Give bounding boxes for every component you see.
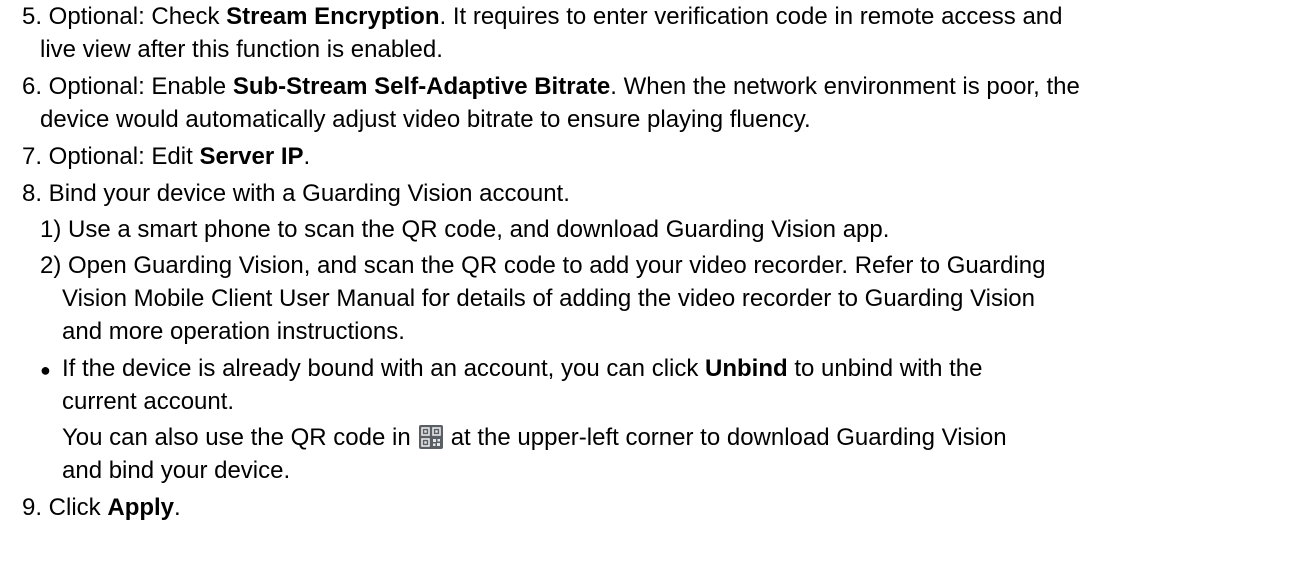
step-6-prefix: 6. Optional: Enable	[22, 73, 233, 100]
step-5-prefix: 5. Optional: Check	[22, 3, 227, 30]
step-8-substep-2-line-2: Vision Mobile Client User Manual for det…	[62, 285, 1035, 312]
step-9-prefix: 9. Click	[22, 494, 108, 521]
step-6-line-2: device would automatically adjust video …	[40, 106, 811, 133]
step-9-line: 9. Click Apply.	[22, 491, 181, 525]
note-rest: at the upper-left corner to download Gua…	[450, 424, 1007, 451]
note-line-1: You can also use the QR code in at the u…	[62, 421, 1007, 455]
note-line-2: and bind your device.	[62, 457, 291, 484]
sub-stream-bitrate-term: Sub-Stream Self-Adaptive Bitrate	[232, 73, 611, 100]
step-8-substep-2-line-1: 2) Open Guarding Vision, and scan the QR…	[40, 252, 1046, 279]
step-7-prefix: 7. Optional: Edit	[22, 143, 200, 170]
step-9-rest: .	[174, 494, 181, 521]
bullet-line-2: current account.	[62, 388, 235, 415]
bullet-marker: ●	[40, 360, 51, 380]
step-8-substep-1: 1) Use a smart phone to scan the QR code…	[40, 216, 890, 243]
step-5-rest: . It requires to enter verification code…	[439, 3, 1063, 30]
bullet-prefix: If the device is already bound with an a…	[62, 355, 706, 382]
stream-encryption-term: Stream Encryption	[226, 3, 440, 30]
step-6-line-1: 6. Optional: Enable Sub-Stream Self-Adap…	[22, 70, 1080, 104]
step-8-substep-2-line-3: and more operation instructions.	[62, 318, 405, 345]
note-prefix: You can also use the QR code in	[62, 424, 411, 451]
apply-term: Apply	[107, 494, 175, 521]
step-7-line: 7. Optional: Edit Server IP.	[22, 140, 310, 174]
server-ip-term: Server IP	[199, 143, 304, 170]
bullet-line-1: ● If the device is already bound with an …	[40, 352, 982, 387]
step-5-line-1: 5. Optional: Check Stream Encryption. It…	[22, 0, 1062, 34]
qr-code-icon	[418, 425, 443, 449]
step-7-rest: .	[303, 143, 311, 170]
bullet-rest: to unbind with the	[787, 355, 983, 382]
step-8-line: 8. Bind your device with a Guarding Visi…	[22, 180, 570, 207]
step-6-rest: . When the network environment is poor, …	[610, 73, 1080, 100]
unbind-term: Unbind	[705, 355, 788, 382]
step-5-line-2: live view after this function is enabled…	[40, 36, 443, 63]
